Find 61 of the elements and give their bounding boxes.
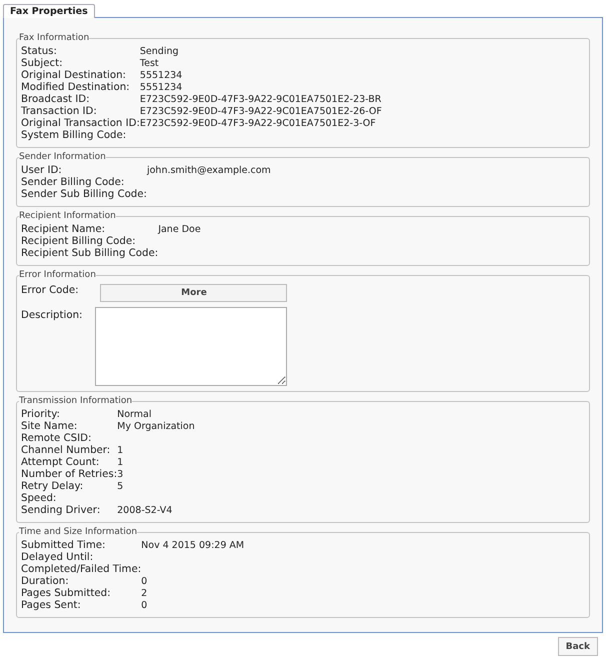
field-label: Site Name: [21,421,78,433]
field-label: Error Code: [21,285,80,297]
field-label: Status: [21,46,58,58]
field-value: 1 [117,445,124,457]
field-value: E723C592-9E0D-47F3-9A22-9C01EA7501E2-23-BR [140,94,382,106]
field-label: Sender Billing Code: [21,177,126,189]
field-label: User ID: [21,165,63,177]
field-label: Number of Retries: [21,469,118,481]
field-value: 5551234 [140,70,184,82]
field-value: Nov 4 2015 09:29 AM [141,540,246,552]
field-value: john.smith@example.com [146,165,272,177]
field-value: 3 [117,469,124,481]
field-label: Delayed Until: [21,552,94,564]
field-label: Completed/Failed Time: [21,564,142,576]
field-value: E723C592-9E0D-47F3-9A22-9C01EA7501E2-3-OF [140,118,377,130]
more-button[interactable]: More [100,284,288,302]
back-button[interactable]: Back [558,637,598,656]
field-label: Transaction ID: [21,106,98,118]
field-label: Attempt Count: [21,457,100,469]
field-label: Pages Sent: [21,600,82,612]
field-label: Priority: [21,409,61,421]
field-value: 2 [141,588,148,600]
section-legend: Error Information [19,270,96,280]
field-value: My Organization [117,421,196,433]
field-value: Sending [140,46,180,58]
field-label: Sender Sub Billing Code: [21,189,147,201]
field-label: Retry Delay: [21,481,84,493]
field-label: Recipient Sub Billing Code: [21,248,158,260]
field-value: 5551234 [140,82,184,94]
field-value: Test [140,58,160,70]
section-legend: Transmission Information [19,396,132,406]
field-value: E723C592-9E0D-47F3-9A22-9C01EA7501E2-26-OF [140,106,383,118]
field-label: Channel Number: [21,445,112,457]
section-legend: Time and Size Information [19,527,138,537]
field-label: Sending Driver: [21,505,102,517]
field-label: Description: [21,310,82,322]
field-value: Jane Doe [158,224,202,236]
field-label: Subject: [21,58,64,70]
field-label: Recipient Billing Code: [21,236,137,248]
field-value: 1 [117,457,124,469]
field-label: Submitted Time: [21,540,106,552]
field-value: Normal [117,409,153,421]
field-value: 5 [117,481,124,493]
section-legend: Fax Information [19,33,90,43]
description-field[interactable] [95,307,288,386]
field-label: Broadcast ID: [21,94,91,106]
field-label: System Billing Code: [21,130,128,142]
field-label: Duration: [21,576,70,588]
field-label: Pages Submitted: [21,588,112,600]
section-legend: Sender Information [19,152,106,162]
field-value: 2008-S2-V4 [117,505,174,517]
field-label: Speed: [21,493,58,505]
field-value: 0 [141,576,148,588]
field-label: Recipient Name: [21,224,106,236]
field-label: Modified Destination: [21,82,131,94]
field-label: Original Transaction ID: [21,118,140,130]
section-legend: Recipient Information [19,211,116,221]
tab[interactable]: Fax Properties [3,4,95,18]
field-label: Original Destination: [21,70,127,82]
field-value: 0 [141,600,148,612]
field-label: Remote CSID: [21,433,92,445]
